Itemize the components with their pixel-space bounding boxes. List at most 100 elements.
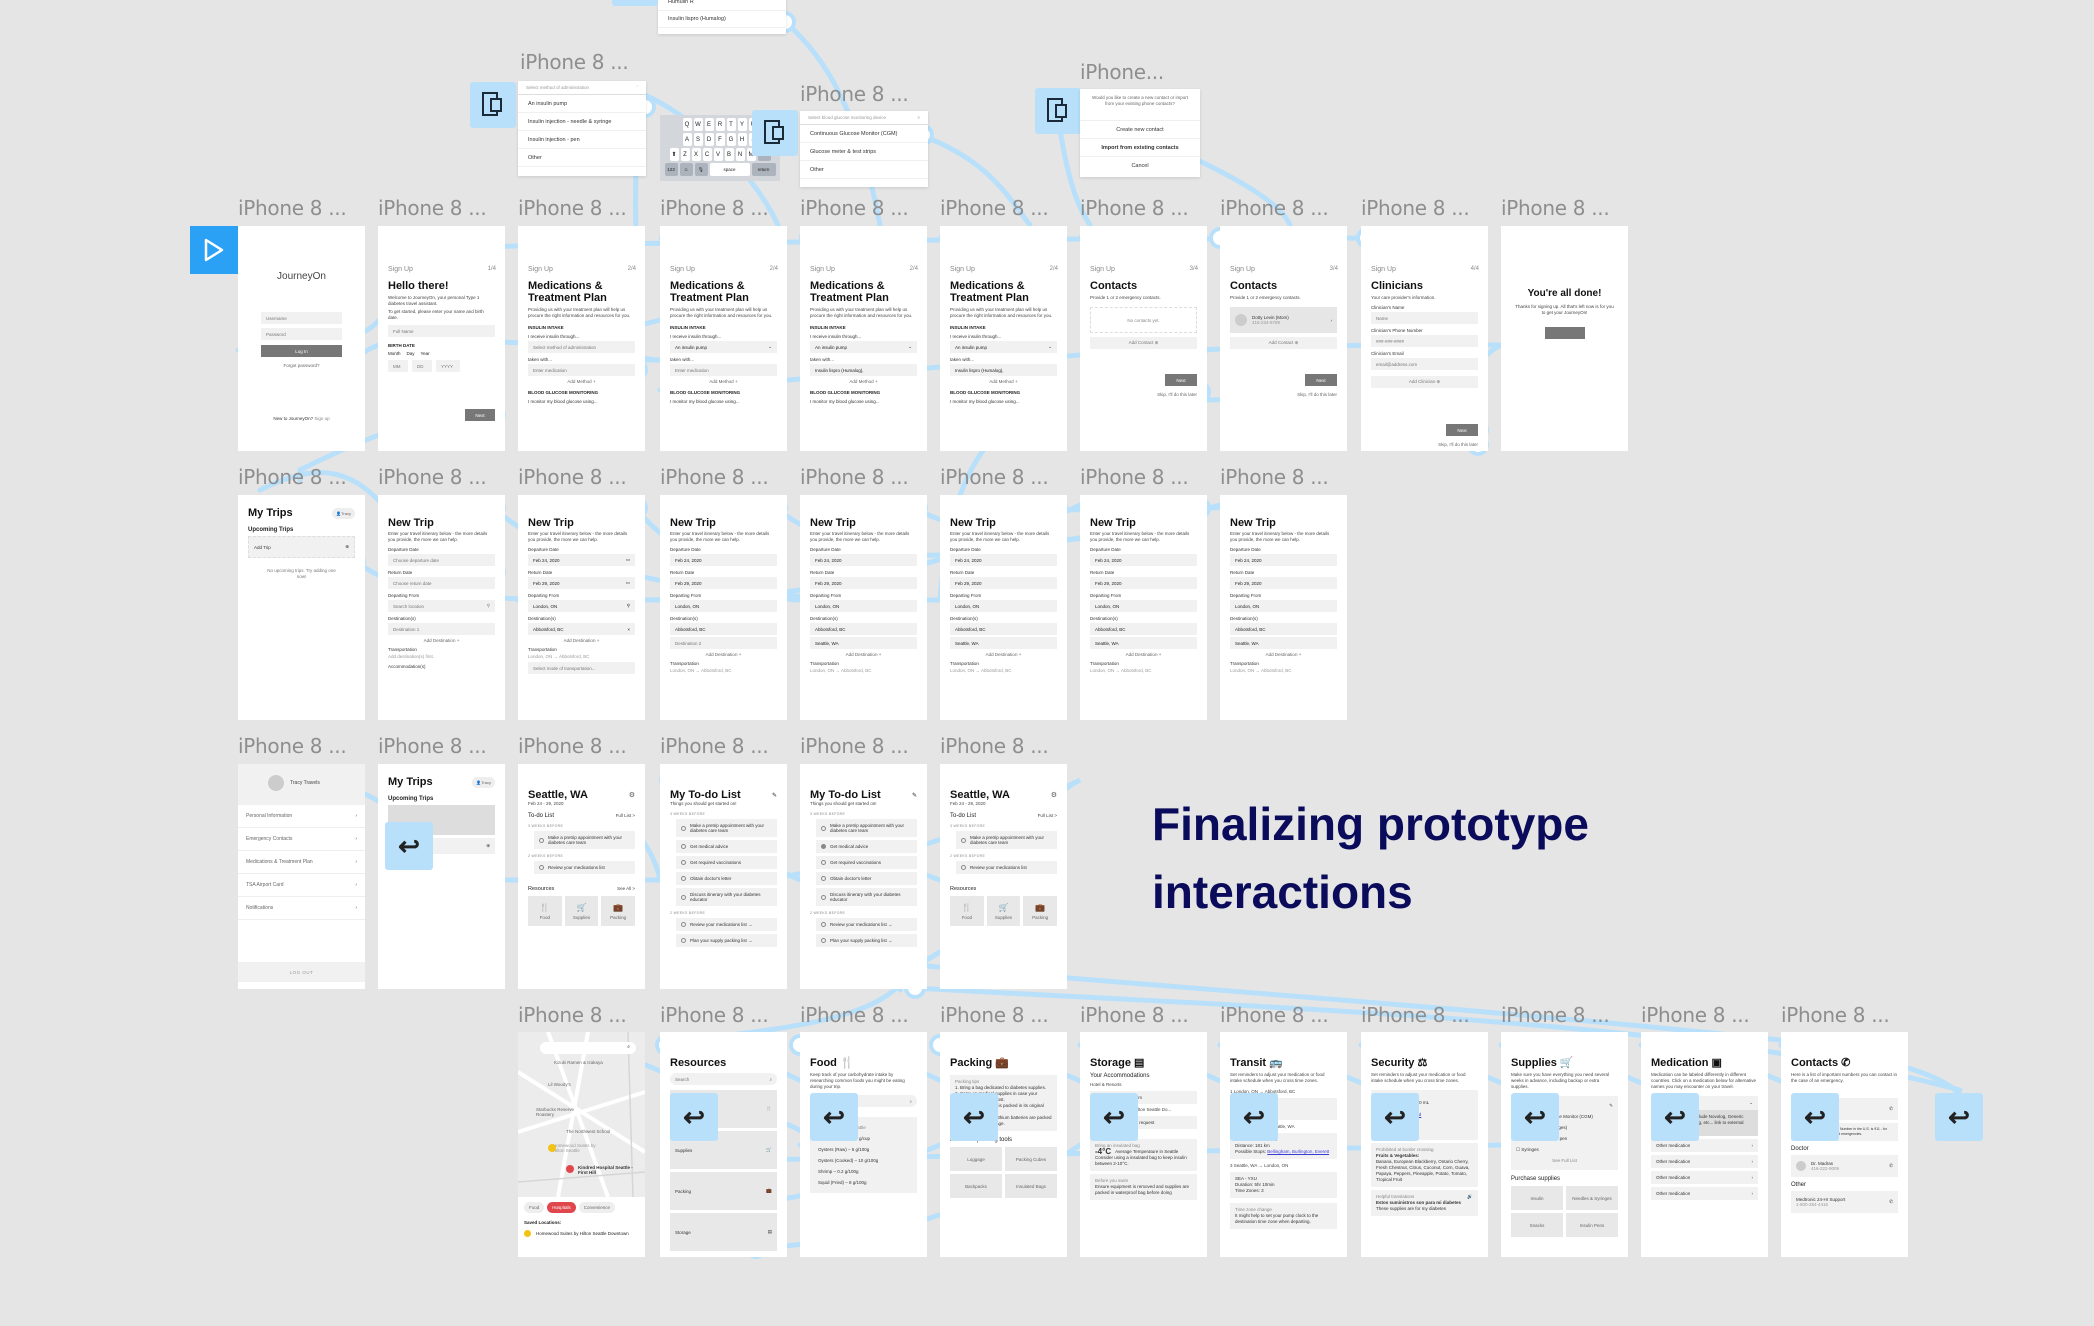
next-button[interactable]: Next (1165, 374, 1197, 386)
checkbox[interactable] (821, 860, 826, 865)
key[interactable]: E (704, 118, 714, 131)
back-action-tag[interactable]: ↩ (810, 1093, 858, 1141)
add-destination-button[interactable]: Add Destination + (1230, 652, 1337, 657)
profile-button[interactable]: 👤Tracy (472, 776, 495, 788)
key[interactable]: D (704, 133, 714, 146)
full-name-field[interactable]: Full Name (388, 325, 495, 337)
artboard-label[interactable]: iPhone 8 ... (1220, 1003, 1329, 1027)
artboard-label[interactable]: iPhone 8 ... (238, 734, 347, 758)
menu-item[interactable]: Medications & Treatment Plan › (238, 851, 365, 874)
tool-tile[interactable]: Luggage (950, 1147, 1002, 1171)
menu-item[interactable]: TSA Airport Card › (238, 874, 365, 897)
artboard-label[interactable]: iPhone 8 ... (1080, 465, 1189, 489)
back-action-tag[interactable]: ↩ (1935, 1093, 1983, 1141)
see-full-list-link[interactable]: See Full List (1516, 1155, 1613, 1166)
resource-tile-food[interactable]: 🍴 Food (528, 896, 562, 926)
todo-item[interactable]: Discuss itinerary with your diabetes edu… (676, 888, 777, 906)
contact-card[interactable]: Dr. Madras 416-222-9009 ✆ (1791, 1155, 1898, 1177)
key[interactable]: C (702, 148, 712, 161)
destination-1-field[interactable]: Abbotsford, BC (670, 623, 777, 635)
checkbox[interactable] (681, 894, 686, 900)
overlay-tag[interactable] (752, 110, 798, 156)
departing-from-field[interactable]: London, ON (1090, 600, 1197, 612)
return-date-field[interactable]: Choose return date (388, 577, 495, 589)
artboard-label[interactable]: iPhone 8 ... (518, 196, 627, 220)
departure-date-field[interactable]: Feb 24, 2020 ▭ (528, 554, 635, 566)
filter-chip-food[interactable]: Food (524, 1202, 545, 1213)
emoji-key[interactable]: ☺ (679, 163, 693, 176)
clinician-name-field[interactable]: Name (1371, 312, 1478, 324)
key[interactable]: G (726, 133, 736, 146)
departure-date-field[interactable]: Choose departure date (388, 554, 495, 566)
transport-select[interactable]: Select mode of transportation... (528, 662, 635, 674)
admin-method-select[interactable]: An insulin pump ⌄ (950, 341, 1057, 353)
skip-link[interactable]: Skip, I'll do this later (1157, 392, 1197, 397)
todo-item[interactable]: Get medical advice (676, 840, 777, 853)
destination-2-field[interactable]: Seattle, WA (1090, 637, 1197, 649)
artboard-label[interactable]: iPhone 8 ... (1220, 196, 1329, 220)
artboard-label[interactable]: iPhone... (1080, 60, 1164, 84)
artboard-label[interactable]: iPhone 8 ... (1641, 1003, 1750, 1027)
todo-item[interactable]: Obtain doctor's letter (676, 872, 777, 885)
resource-card[interactable]: Storage ▤ (670, 1213, 777, 1251)
phone-icon[interactable]: ✆ (1889, 1106, 1893, 1112)
stops-link[interactable]: Bellingham, Burlington, Everett (1267, 1149, 1329, 1154)
dropdown-option[interactable]: Humulin R (658, 0, 786, 11)
overlay-tag[interactable] (612, 0, 658, 6)
resource-tile-packing[interactable]: 💼 Packing (601, 896, 635, 926)
mic-key[interactable]: 🎙 (694, 163, 708, 176)
supply-tile[interactable]: Insulin Pens (1566, 1213, 1618, 1237)
artboard-label[interactable]: iPhone 8 ... (378, 465, 487, 489)
food-item[interactable]: Oysters (Raw) – 5 g/100g (818, 1144, 909, 1155)
map-search-bar[interactable]: ⌕ (540, 1042, 636, 1054)
clinician-email-field[interactable]: email@address.com (1371, 358, 1478, 370)
key[interactable]: A (682, 133, 692, 146)
import-contacts-button[interactable]: Import from existing contacts (1080, 139, 1200, 157)
artboard-label[interactable]: iPhone 8 ... (940, 734, 1049, 758)
supply-tile[interactable]: Snacks (1511, 1213, 1563, 1237)
filter-chip-convenience[interactable]: Convenience (578, 1202, 616, 1213)
dropdown-option[interactable]: Insulin lispro (Humalog) (658, 11, 786, 28)
overlay-tag[interactable] (470, 82, 516, 128)
artboard-label[interactable]: iPhone 8 ... (940, 1003, 1049, 1027)
destination-1-field[interactable]: Destination 1 (388, 623, 495, 635)
todo-item[interactable]: Review your medications list (956, 861, 1057, 874)
back-action-tag[interactable]: ↩ (950, 1093, 998, 1141)
artboard-label[interactable]: iPhone 8 ... (518, 1003, 627, 1027)
menu-item[interactable]: Emergency Contacts › (238, 828, 365, 851)
resource-tile-supplies[interactable]: 🛒 Supplies (986, 896, 1021, 926)
username-field[interactable]: Username (261, 312, 342, 324)
departing-from-field[interactable]: London, ON (1230, 600, 1337, 612)
prototype-canvas[interactable]: iPhone 8 ... Select method of administra… (0, 0, 2094, 1326)
dropdown-option[interactable]: Glucose meter & test strips (800, 143, 928, 161)
resource-card[interactable]: Packing 💼 (670, 1172, 777, 1210)
destination-1-field[interactable]: Abbotsford, BC × (528, 623, 635, 635)
admin-method-select[interactable]: Select method of administration (528, 341, 635, 353)
artboard-label[interactable]: iPhone 8 ... (800, 1003, 909, 1027)
todo-item[interactable]: Review your medications list (534, 861, 635, 874)
add-method-button[interactable]: Add Method + (528, 379, 635, 384)
next-button[interactable]: Next (1446, 424, 1478, 436)
artboard-label[interactable]: iPhone 8 ... (660, 1003, 769, 1027)
get-started-button[interactable] (1544, 327, 1585, 339)
overlay-tag[interactable] (1035, 88, 1081, 134)
dropdown-option[interactable]: An insulin pump (518, 95, 646, 113)
artboard-label[interactable]: iPhone 8 ... (378, 196, 487, 220)
key[interactable]: N (735, 148, 745, 161)
add-destination-button[interactable]: Add Destination + (950, 652, 1057, 657)
artboard-label[interactable]: iPhone 8 ... (660, 465, 769, 489)
departure-date-field[interactable]: Feb 24, 2020 (670, 554, 777, 566)
leg-card[interactable]: SEA - YXU Duration: 5hr 10min Time Zones… (1230, 1172, 1337, 1198)
signup-link[interactable]: Sign up (314, 416, 329, 421)
checkbox[interactable] (821, 825, 826, 831)
map-place[interactable]: The Northwest School (566, 1129, 610, 1134)
checklist-item[interactable]: ☐ Syringes (1516, 1144, 1613, 1155)
logout-button[interactable]: LOG OUT (238, 962, 365, 982)
checkbox[interactable] (681, 938, 686, 943)
profile-button[interactable]: 👤Tracy (332, 507, 355, 519)
dropdown-option[interactable]: Insulin injection - pen (518, 131, 646, 149)
todo-item[interactable]: Review your medications list → (676, 918, 777, 931)
todo-item[interactable]: Get medical advice (816, 840, 917, 853)
medication-field[interactable]: Insulin lispro (Humalog), (950, 364, 1057, 376)
medication-item[interactable]: Other medication › (1651, 1187, 1758, 1200)
